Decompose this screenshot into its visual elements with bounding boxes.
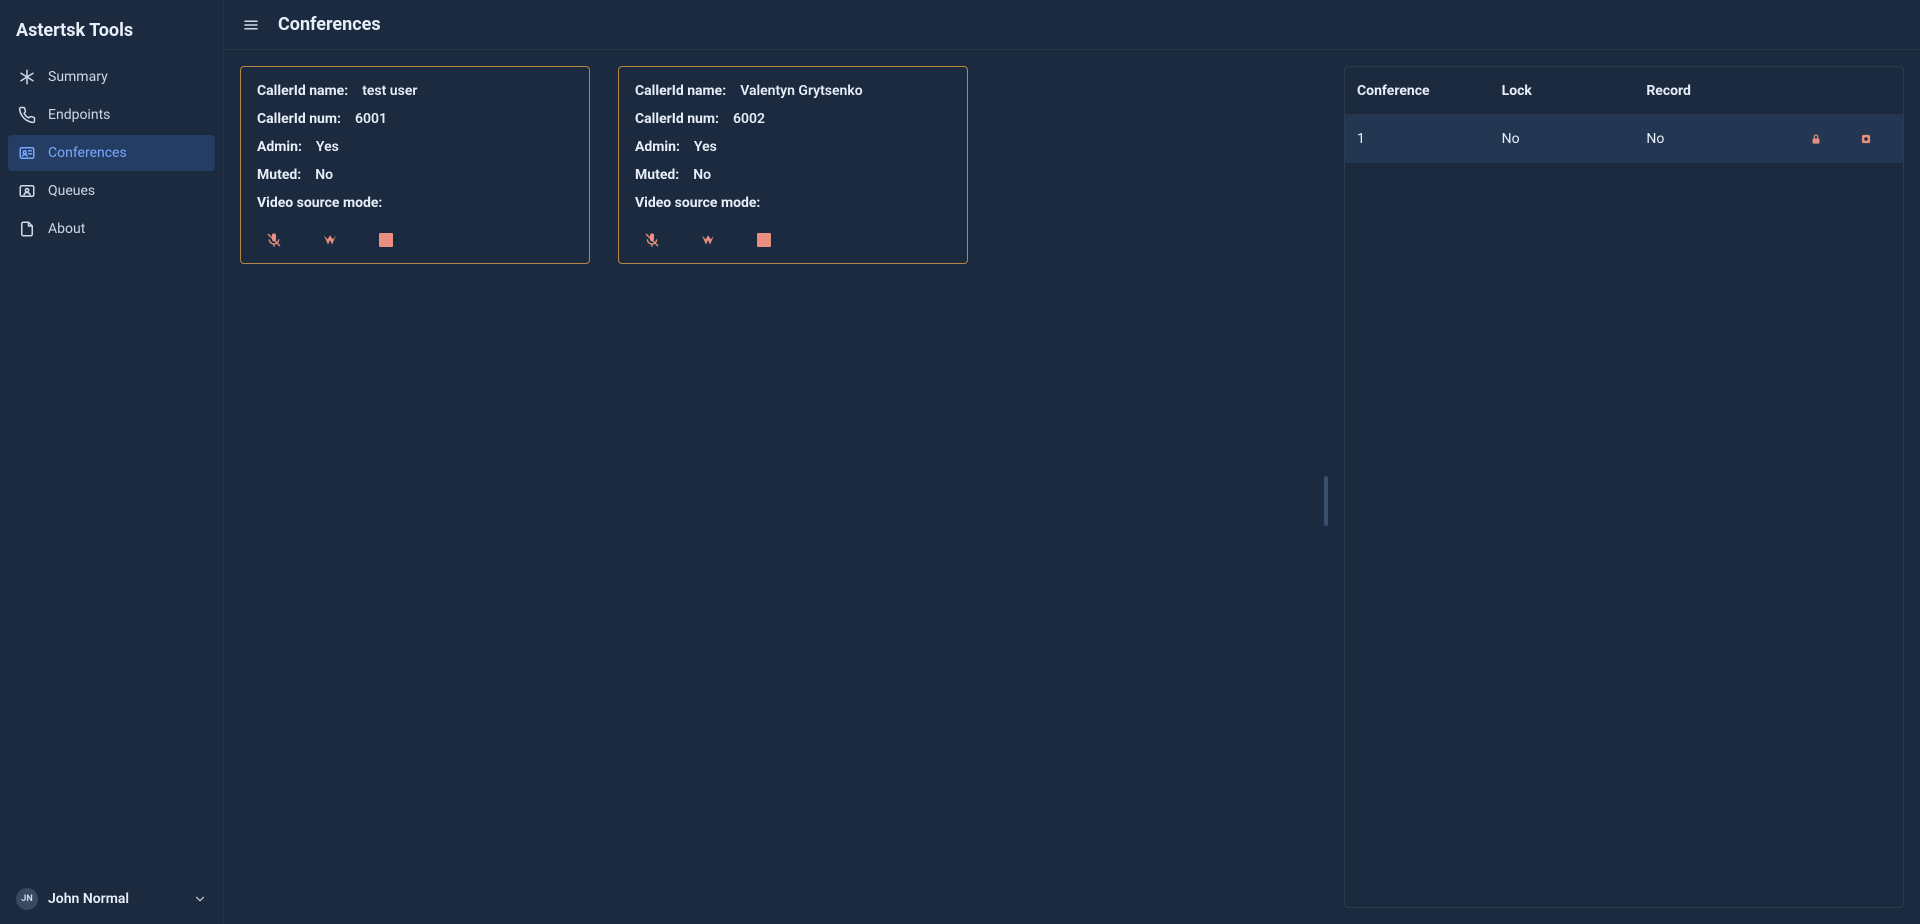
field-value: Yes: [694, 139, 717, 155]
cell-record: No: [1646, 131, 1791, 147]
kick-button[interactable]: [375, 229, 397, 251]
nav-list: Summary Endpoints Conferences: [0, 59, 223, 247]
field-video-source-mode: Video source mode:: [635, 195, 951, 211]
nav-label: Queues: [48, 183, 95, 199]
sidebar: Astertsk Tools Summary Endpoints: [0, 0, 224, 924]
field-muted: Muted: No: [257, 167, 573, 183]
user-name: John Normal: [48, 891, 129, 907]
mute-button[interactable]: [641, 229, 663, 251]
field-callerid-num: CallerId num: 6001: [257, 111, 573, 127]
content: CallerId name: test user CallerId num: 6…: [224, 50, 1920, 924]
avatar: JN: [16, 888, 38, 910]
topbar: Conferences: [224, 0, 1920, 50]
field-label: Admin:: [257, 139, 302, 155]
cell-lock: No: [1502, 131, 1647, 147]
asterisk-icon: [18, 68, 36, 86]
field-label: Video source mode:: [635, 195, 760, 211]
id-card-icon: [18, 144, 36, 162]
field-video-source-mode: Video source mode:: [257, 195, 573, 211]
nav-item-queues[interactable]: Queues: [8, 173, 215, 209]
field-value: 6002: [733, 111, 765, 127]
field-label: CallerId name:: [257, 83, 348, 99]
field-value: Valentyn Grytsenko: [740, 83, 862, 99]
col-lock: Lock: [1502, 83, 1647, 99]
nav-label: About: [48, 221, 85, 237]
field-callerid-name: CallerId name: Valentyn Grytsenko: [635, 83, 951, 99]
col-record: Record: [1646, 83, 1791, 99]
main: Conferences CallerId name: test user Cal…: [224, 0, 1920, 924]
video-button[interactable]: [319, 229, 341, 251]
group-icon: [18, 182, 36, 200]
field-muted: Muted: No: [635, 167, 951, 183]
field-label: Video source mode:: [257, 195, 382, 211]
mute-button[interactable]: [263, 229, 285, 251]
menu-toggle-button[interactable]: [240, 14, 262, 36]
phone-icon: [18, 106, 36, 124]
user-menu[interactable]: JN John Normal: [0, 878, 223, 924]
field-callerid-num: CallerId num: 6002: [635, 111, 951, 127]
page-title: Conferences: [278, 14, 381, 35]
field-value: No: [315, 167, 333, 183]
participants-panel: CallerId name: test user CallerId num: 6…: [240, 66, 1328, 908]
participant-card: CallerId name: test user CallerId num: 6…: [240, 66, 590, 264]
video-button[interactable]: [697, 229, 719, 251]
table-header-row: Conference Lock Record: [1345, 67, 1903, 115]
chevron-down-icon: [193, 892, 207, 906]
field-label: CallerId num:: [257, 111, 341, 127]
field-label: Muted:: [257, 167, 301, 183]
field-admin: Admin: Yes: [257, 139, 573, 155]
participant-actions: [257, 223, 573, 251]
field-value: No: [693, 167, 711, 183]
nav-item-summary[interactable]: Summary: [8, 59, 215, 95]
scrollbar-thumb[interactable]: [1324, 476, 1328, 526]
lock-button[interactable]: [1807, 130, 1825, 148]
stop-icon: [379, 233, 393, 247]
file-icon: [18, 220, 36, 238]
sidebar-spacer: [0, 247, 223, 878]
field-value: 6001: [355, 111, 387, 127]
field-admin: Admin: Yes: [635, 139, 951, 155]
participant-actions: [635, 223, 951, 251]
app-brand: Astertsk Tools: [0, 16, 223, 59]
stop-icon: [757, 233, 771, 247]
table-row[interactable]: 1 No No: [1345, 115, 1903, 163]
nav-label: Endpoints: [48, 107, 110, 123]
nav-item-endpoints[interactable]: Endpoints: [8, 97, 215, 133]
participant-card: CallerId name: Valentyn Grytsenko Caller…: [618, 66, 968, 264]
record-button[interactable]: [1857, 130, 1875, 148]
field-label: CallerId name:: [635, 83, 726, 99]
field-label: Muted:: [635, 167, 679, 183]
col-conference: Conference: [1357, 83, 1502, 99]
conferences-table: Conference Lock Record 1 No No: [1344, 66, 1904, 908]
cell-conference: 1: [1357, 131, 1502, 147]
nav-item-conferences[interactable]: Conferences: [8, 135, 215, 171]
nav-label: Summary: [48, 69, 108, 85]
field-label: Admin:: [635, 139, 680, 155]
field-value: Yes: [316, 139, 339, 155]
nav-item-about[interactable]: About: [8, 211, 215, 247]
field-callerid-name: CallerId name: test user: [257, 83, 573, 99]
kick-button[interactable]: [753, 229, 775, 251]
field-value: test user: [362, 83, 417, 99]
nav-label: Conferences: [48, 145, 127, 161]
field-label: CallerId num:: [635, 111, 719, 127]
